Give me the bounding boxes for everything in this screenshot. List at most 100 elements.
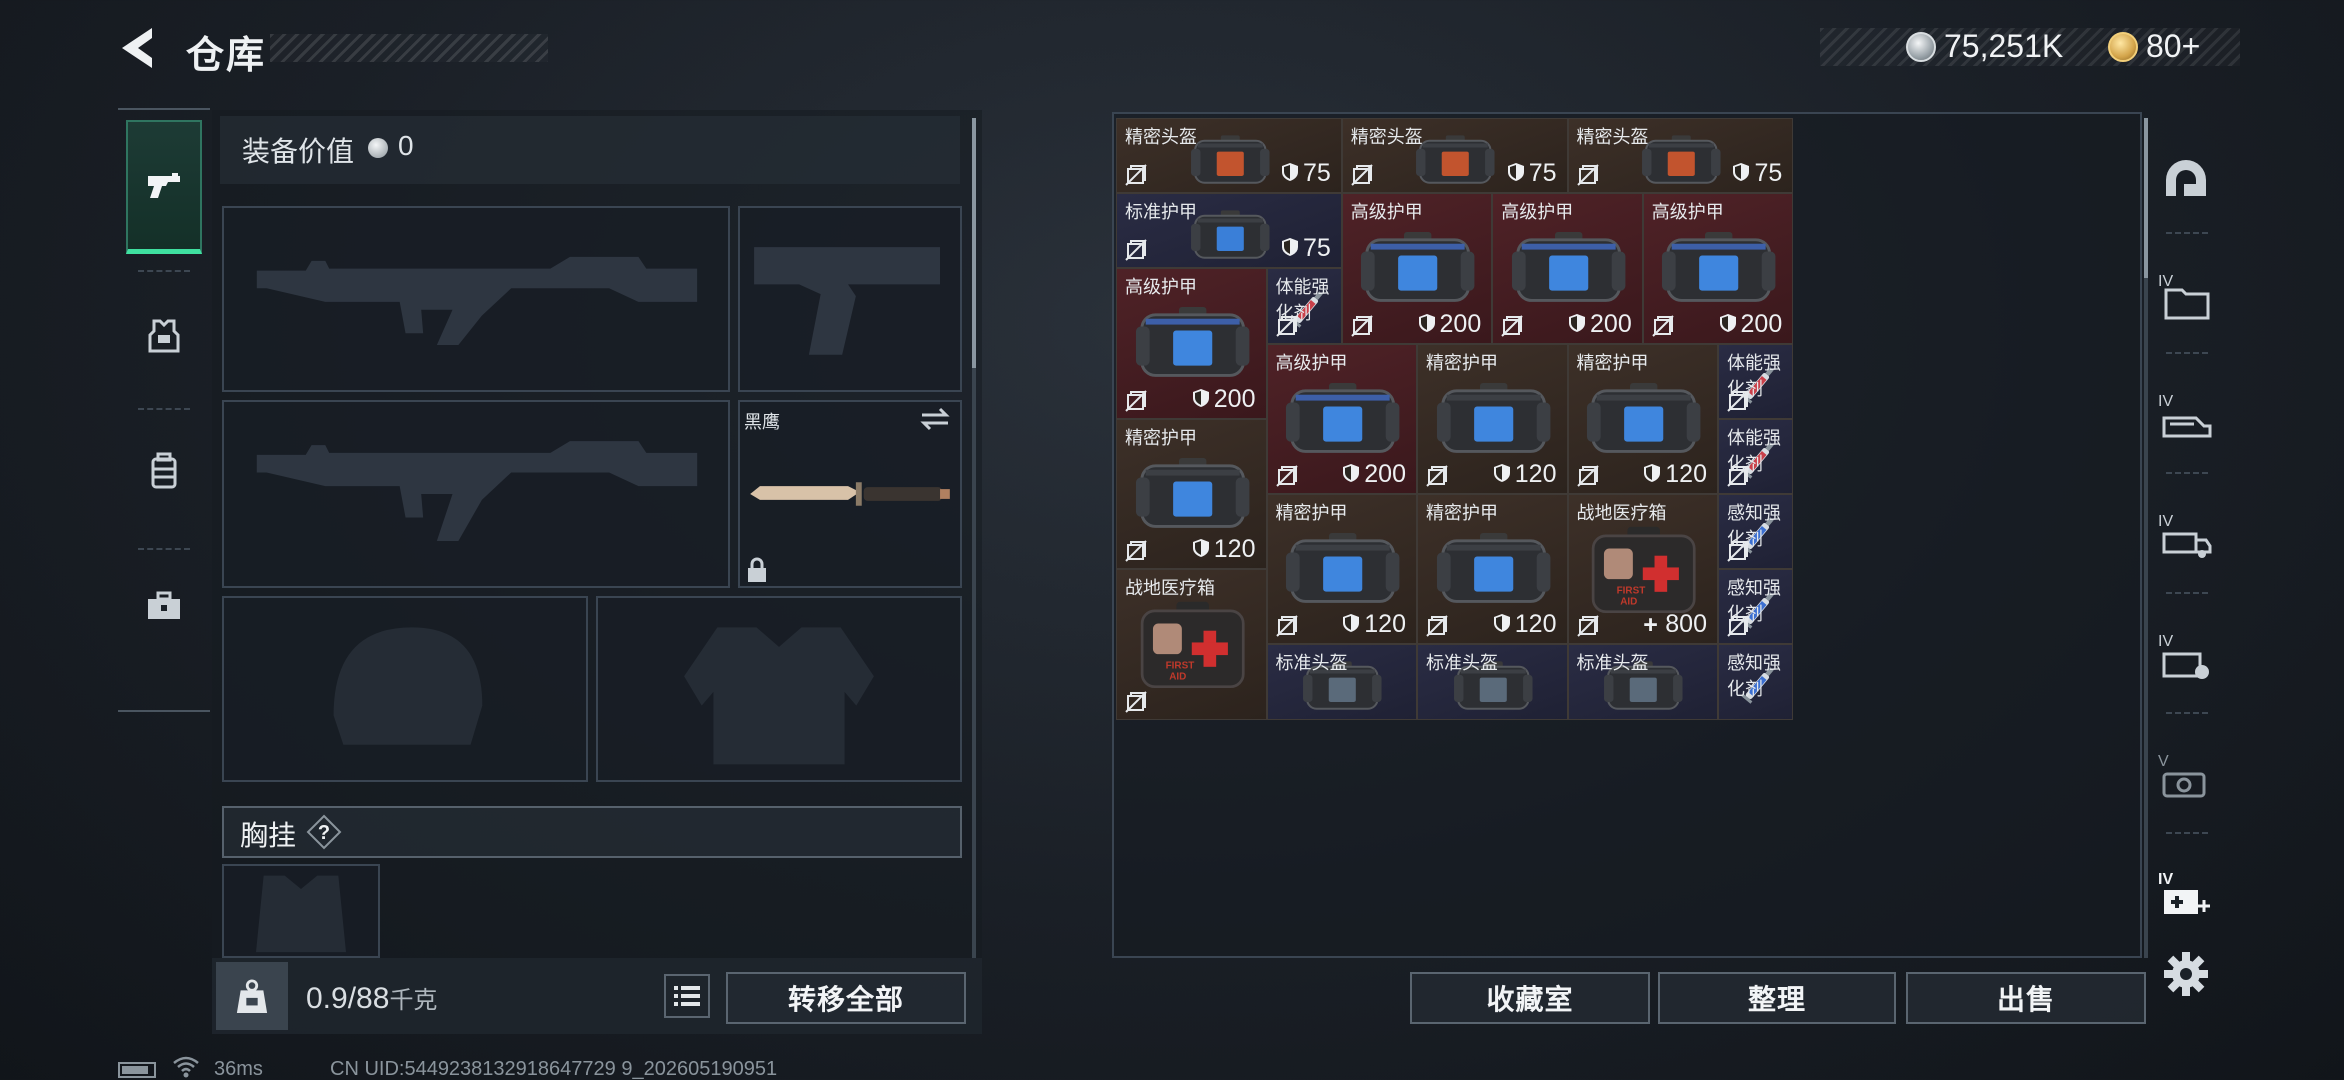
equipment-scroll-thumb[interactable]	[972, 118, 976, 368]
item-name: 高级护甲	[1125, 277, 1197, 298]
inventory-item[interactable]: 标准护甲 75	[1116, 193, 1342, 269]
inventory-item[interactable]: FIRST AID 战地医疗箱 +800	[1567, 494, 1718, 645]
inventory-item[interactable]: 高级护甲 200	[1642, 193, 1794, 344]
inventory-item[interactable]: FIRST AID 战地医疗箱	[1116, 569, 1267, 720]
collection-room-button[interactable]: 收藏室	[1410, 972, 1650, 1024]
unsellable-icon	[1501, 314, 1523, 337]
item-value: 75	[1281, 159, 1331, 188]
unsellable-icon	[1426, 615, 1448, 638]
chest-rig-slot[interactable]	[222, 864, 380, 958]
inventory-item[interactable]: 体能强化剂	[1718, 418, 1794, 494]
sell-button[interactable]: 出售	[1906, 972, 2146, 1024]
inventory-item[interactable]: 标准头盔	[1567, 644, 1718, 720]
weight-lock-button[interactable]	[216, 962, 288, 1030]
weight-unit: 千克	[389, 987, 438, 1014]
unsellable-icon	[1576, 615, 1599, 638]
tab-toolbox[interactable]	[126, 538, 202, 672]
tier4-truck-icon[interactable]: IV	[2156, 508, 2216, 568]
pistol-silhouette-icon	[754, 247, 941, 355]
tab-weapons[interactable]	[126, 120, 202, 254]
helmet-slot[interactable]	[222, 596, 588, 782]
svg-text:IV: IV	[2158, 393, 2173, 410]
inventory-item[interactable]: 精密头盔 75	[1341, 118, 1568, 194]
armor-silhouette-icon	[684, 627, 874, 765]
inventory-item[interactable]: 感知强化剂	[1718, 494, 1794, 570]
secondary-weapon-slot[interactable]	[222, 400, 730, 588]
item-name: 精密护甲	[1125, 427, 1197, 448]
transfer-all-button[interactable]: 转移全部	[726, 972, 966, 1024]
inventory-item[interactable]: 感知强化剂	[1718, 569, 1794, 645]
gold-balance: 80+	[2146, 28, 2201, 64]
svg-text:AID: AID	[1620, 597, 1637, 608]
inventory-item[interactable]: 精密头盔 75	[1567, 118, 1794, 194]
svg-text:FIRST: FIRST	[1617, 586, 1646, 597]
svg-text:AID: AID	[1169, 672, 1186, 683]
title-decoration	[270, 34, 548, 62]
inventory-item[interactable]: 精密头盔 75	[1116, 118, 1342, 194]
wifi-icon	[173, 1056, 199, 1078]
inventory-item[interactable]: 精密护甲 120	[1116, 418, 1267, 570]
inventory-item[interactable]: 体能强化剂	[1718, 343, 1794, 419]
list-view-button[interactable]	[664, 974, 710, 1018]
item-value: 120	[1192, 535, 1256, 564]
gear-bag-icon	[1585, 375, 1702, 470]
inventory-item[interactable]: 精密护甲 120	[1417, 343, 1568, 494]
inventory-item[interactable]: 高级护甲 200	[1341, 193, 1493, 344]
gear-bag-icon	[1134, 299, 1251, 394]
inventory-item[interactable]: 感知强化剂	[1718, 644, 1794, 720]
item-name: 标准护甲	[1125, 202, 1197, 223]
item-name: 标准头盔	[1275, 653, 1348, 674]
tier4-gear-icon[interactable]: V	[2156, 748, 2216, 808]
back-button[interactable]	[118, 26, 158, 70]
equipment-category-tabs	[118, 108, 210, 712]
sidearm-slot[interactable]	[738, 206, 962, 392]
warehouse-scroll-thumb[interactable]	[2144, 118, 2148, 278]
tier4-folder-icon[interactable]: IV	[2156, 268, 2216, 328]
item-name: 标准头盔	[1576, 653, 1649, 674]
settings-gear-icon[interactable]	[2160, 948, 2212, 1000]
sort-button[interactable]: 整理	[1658, 972, 1896, 1024]
inventory-item[interactable]: 标准头盔	[1266, 644, 1417, 720]
silver-coin-icon	[1906, 32, 1936, 62]
swap-icon[interactable]	[918, 406, 952, 432]
item-name: 精密护甲	[1426, 352, 1498, 373]
unsellable-icon	[1727, 540, 1749, 562]
inventory-item[interactable]: 高级护甲 200	[1266, 343, 1417, 494]
help-icon[interactable]: ?	[306, 814, 342, 850]
item-name: 精密头盔	[1576, 127, 1649, 147]
ping-readout: 36ms	[214, 1058, 263, 1080]
inventory-item[interactable]: 高级护甲 200	[1116, 268, 1267, 419]
tier4-vehicle-icon[interactable]: IV	[2156, 388, 2216, 448]
warehouse-grid: 精密头盔 75 精密头盔 75 精密头盔 75 标准护甲 75 高级护甲 200 高级护甲 200 高级…	[1116, 118, 2132, 958]
primary-weapon-slot[interactable]	[222, 206, 730, 392]
inventory-item[interactable]: 标准头盔	[1417, 644, 1568, 720]
svg-text:?: ?	[318, 822, 330, 844]
item-name: 精密头盔	[1125, 127, 1197, 147]
item-value: 200	[1192, 385, 1256, 414]
item-name: 战地医疗箱	[1576, 503, 1667, 523]
rifle-silhouette-icon	[256, 441, 698, 541]
gear-bag-icon	[1134, 450, 1251, 545]
item-name: 高级护甲	[1501, 202, 1574, 223]
lock-icon	[748, 557, 766, 582]
inventory-item[interactable]: 精密护甲 120	[1417, 494, 1568, 645]
tier4-device-icon[interactable]: IV	[2156, 628, 2216, 688]
unsellable-icon	[1576, 164, 1599, 186]
inventory-item[interactable]: 精密护甲 120	[1266, 494, 1417, 645]
silver-balance: 75,251K	[1944, 28, 2064, 64]
tab-backpack[interactable]	[126, 404, 202, 538]
inventory-item[interactable]: 高级护甲 200	[1492, 193, 1643, 344]
gear-bag-icon	[1510, 224, 1627, 319]
svg-text:V: V	[2158, 753, 2169, 770]
battery-icon	[118, 1062, 156, 1078]
weight-icon	[236, 979, 268, 1013]
tier4-medical-icon[interactable]: IV	[2156, 866, 2216, 926]
inventory-item[interactable]: 精密护甲 120	[1567, 343, 1718, 494]
helmet-category-icon[interactable]	[2156, 150, 2216, 210]
tab-armor[interactable]	[126, 268, 202, 402]
inventory-item[interactable]: 体能强化剂	[1266, 268, 1342, 344]
gear-bag-icon	[1284, 375, 1401, 470]
body-armor-slot[interactable]	[596, 596, 962, 782]
page-title: 仓库	[186, 35, 267, 77]
list-icon	[674, 986, 700, 1006]
